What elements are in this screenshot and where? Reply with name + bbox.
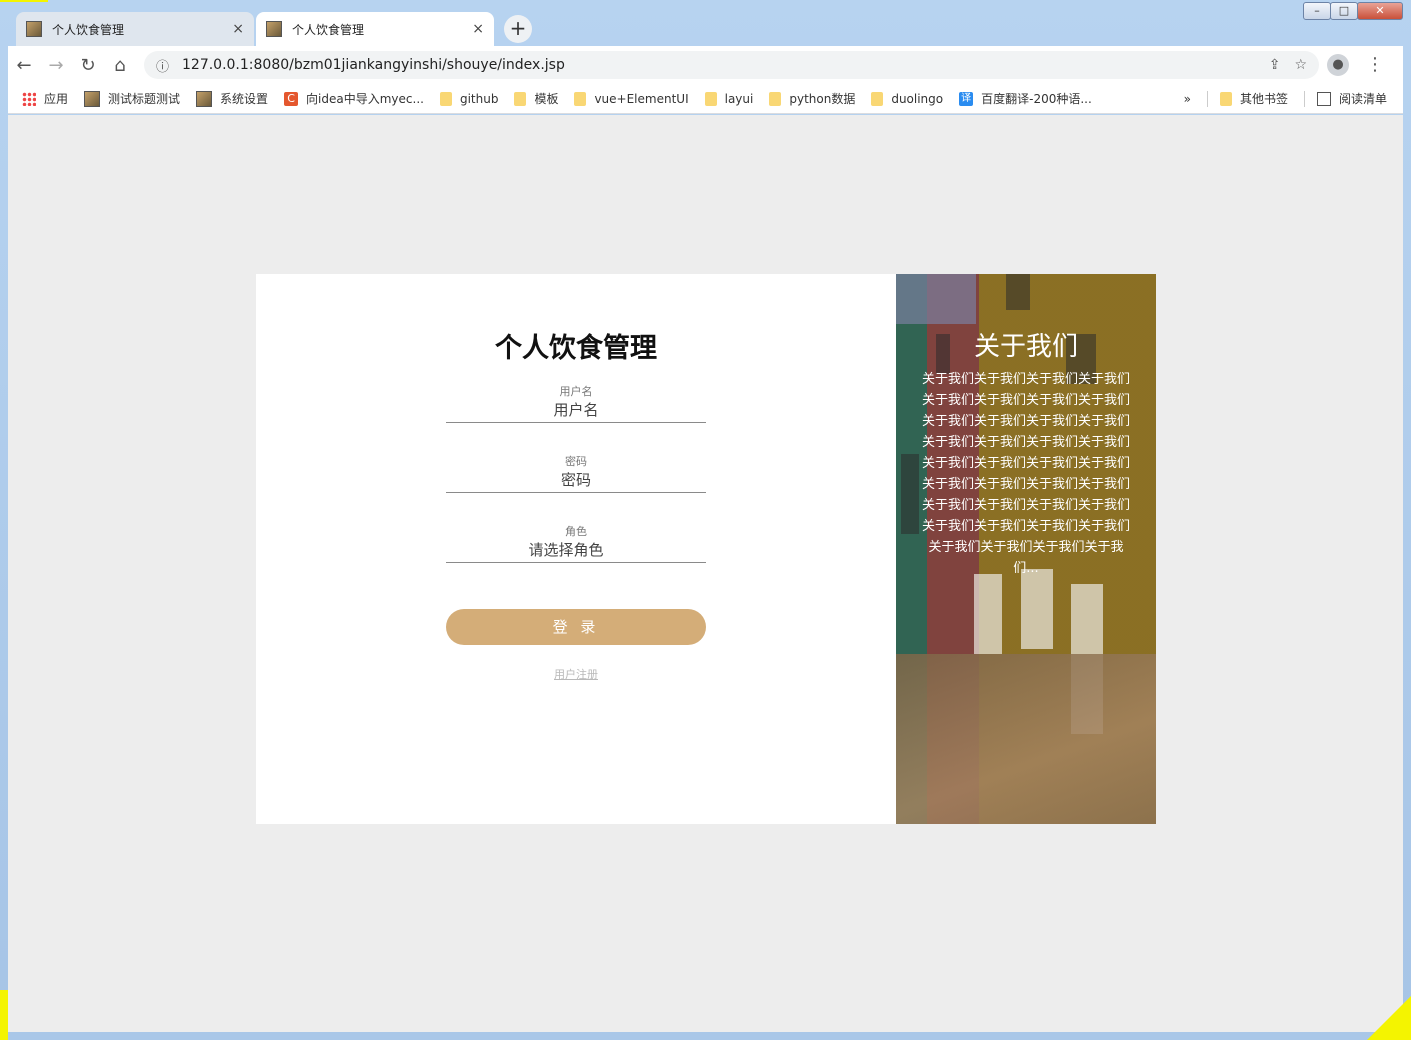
window-bottom-border	[0, 1032, 1411, 1040]
page-content: 个人饮食管理 用户名 用户名 密码 密码 角色 请选择角色 登 录 用户注册 关…	[8, 115, 1403, 1032]
tab-title: 个人饮食管理	[292, 22, 365, 37]
bookmark-folder[interactable]: vue+ElementUI	[574, 91, 689, 106]
divider	[1303, 90, 1305, 107]
street-decoration	[896, 654, 1156, 824]
door-decoration	[974, 574, 1002, 654]
favicon-icon	[266, 21, 282, 37]
menu-kebab-icon[interactable]: ⋮	[1359, 54, 1391, 76]
tab-2-active[interactable]: 个人饮食管理 ×	[256, 12, 494, 46]
login-button[interactable]: 登 录	[446, 609, 706, 645]
folder-icon	[1219, 91, 1232, 106]
new-tab-button[interactable]: +	[504, 15, 532, 43]
bookmark-label: vue+ElementUI	[594, 91, 689, 106]
bookmark-label: 其他书签	[1239, 92, 1288, 106]
bookmarks-bar: 应用 测试标题测试 系统设置 C 向idea中导入myec... github 模…	[8, 84, 1403, 114]
corner-marker	[0, 990, 8, 1040]
folder-icon	[514, 91, 527, 106]
share-icon[interactable]: ⇪	[1269, 57, 1281, 73]
c-logo-icon: C	[284, 91, 299, 106]
forward-icon[interactable]: →	[40, 55, 72, 76]
bookmark-apps[interactable]: 应用	[22, 90, 68, 107]
about-text: 关于我们关于我们关于我们关于我们关于我们关于我们关于我们关于我们关于我们关于我们…	[921, 372, 1130, 576]
tab-strip: 个人饮食管理 × 个人饮食管理 × +	[16, 12, 532, 48]
more-bookmarks-icon[interactable]: »	[1184, 92, 1191, 106]
close-tab-icon[interactable]: ×	[232, 21, 244, 37]
bookmark-label: 系统设置	[220, 92, 269, 106]
bookmark-label: github	[459, 91, 499, 106]
bookmark-item[interactable]: 系统设置	[196, 90, 268, 107]
browser-window: – □ ✕ 个人饮食管理 × 个人饮食管理 × + ← → ↻ ⌂ ⓘ 127.…	[0, 0, 1411, 1040]
window-controls: – □ ✕	[1303, 2, 1403, 20]
bookmark-folder[interactable]: python数据	[769, 90, 855, 107]
role-field[interactable]: 角色 请选择角色	[446, 524, 706, 563]
folder-icon	[704, 91, 717, 106]
home-icon[interactable]: ⌂	[104, 55, 136, 76]
bookmark-folder[interactable]: github	[439, 91, 499, 106]
bookmark-label: 阅读清单	[1338, 92, 1387, 106]
tab-title: 个人饮食管理	[52, 22, 125, 37]
reading-list-icon	[1316, 91, 1331, 106]
reload-icon[interactable]: ↻	[72, 55, 104, 76]
reading-list[interactable]: 阅读清单	[1316, 90, 1387, 107]
favicon-icon	[84, 90, 101, 107]
bookmark-folder[interactable]: layui	[704, 91, 754, 106]
profile-avatar-icon[interactable]: ●	[1327, 54, 1349, 76]
tab-1[interactable]: 个人饮食管理 ×	[16, 12, 254, 46]
page-title: 个人饮食管理	[495, 333, 657, 364]
username-field[interactable]: 用户名 用户名	[446, 384, 706, 423]
bookmark-folder[interactable]: 模板	[514, 90, 558, 107]
translate-icon: 译	[959, 91, 974, 106]
maximize-icon[interactable]: □	[1330, 2, 1358, 20]
password-field[interactable]: 密码 密码	[446, 454, 706, 493]
bookmark-item[interactable]: 测试标题测试	[84, 90, 180, 107]
password-label: 密码	[565, 455, 587, 468]
username-label: 用户名	[559, 385, 593, 398]
bookmark-item[interactable]: 译百度翻译-200种语...	[959, 90, 1092, 107]
other-bookmarks[interactable]: 其他书签	[1219, 90, 1288, 107]
folder-icon	[439, 91, 452, 106]
folder-icon	[871, 91, 884, 106]
login-panel: 个人饮食管理 用户名 用户名 密码 密码 角色 请选择角色 登 录 用户注册	[256, 274, 896, 824]
bookmark-label: 向idea中导入myec...	[306, 92, 424, 106]
bookmark-folder[interactable]: duolingo	[871, 91, 944, 106]
divider	[1206, 90, 1208, 107]
window-decoration	[1006, 274, 1030, 310]
favicon-icon	[26, 21, 42, 37]
folder-icon	[574, 91, 587, 106]
browser-toolbar: ← → ↻ ⌂ ⓘ 127.0.0.1:8080/bzm01jiankangyi…	[8, 46, 1403, 84]
bookmark-item[interactable]: C 向idea中导入myec...	[284, 90, 424, 107]
bookmark-label: 测试标题测试	[108, 92, 181, 106]
password-input[interactable]: 密码	[446, 470, 706, 492]
bookmark-star-icon[interactable]: ☆	[1294, 57, 1307, 73]
close-window-icon[interactable]: ✕	[1357, 2, 1403, 20]
url-text: 127.0.0.1:8080/bzm01jiankangyinshi/shouy…	[182, 57, 565, 73]
window-decoration	[901, 454, 919, 534]
back-icon[interactable]: ←	[8, 55, 40, 76]
apps-grid-icon	[22, 91, 36, 106]
corner-marker	[0, 0, 48, 2]
role-label: 角色	[565, 525, 587, 538]
bookmark-label: 模板	[534, 92, 559, 106]
username-input[interactable]: 用户名	[446, 400, 706, 422]
corner-marker	[1367, 996, 1411, 1040]
folder-icon	[769, 91, 782, 106]
minimize-icon[interactable]: –	[1303, 2, 1331, 20]
bookmark-label: 百度翻译-200种语...	[981, 92, 1092, 106]
background-photo	[896, 274, 976, 324]
favicon-icon	[196, 90, 213, 107]
bookmark-label: python数据	[789, 92, 856, 106]
door-decoration	[1021, 569, 1053, 649]
bookmark-label: layui	[724, 91, 754, 106]
address-bar[interactable]: ⓘ 127.0.0.1:8080/bzm01jiankangyinshi/sho…	[144, 51, 1319, 79]
about-title: 关于我们	[973, 332, 1078, 362]
about-panel: 关于我们 关于我们关于我们关于我们关于我们关于我们关于我们关于我们关于我们关于我…	[896, 274, 1156, 824]
bookmark-label: 应用	[44, 92, 69, 106]
close-tab-icon[interactable]: ×	[472, 21, 484, 37]
bookmark-label: duolingo	[891, 91, 944, 106]
site-info-icon[interactable]: ⓘ	[156, 56, 172, 75]
role-select[interactable]: 请选择角色	[446, 540, 706, 562]
register-link[interactable]: 用户注册	[256, 666, 896, 682]
